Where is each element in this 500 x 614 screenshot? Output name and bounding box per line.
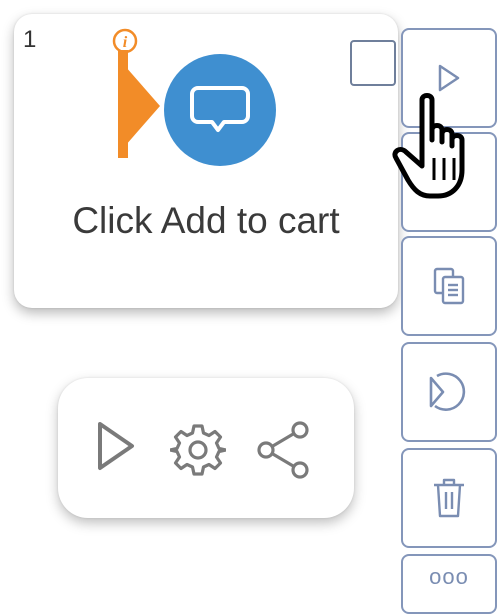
share-icon[interactable] <box>254 420 314 480</box>
speech-bubble-icon[interactable] <box>164 54 276 166</box>
more-icon: ooo <box>429 564 469 589</box>
trash-icon <box>434 478 464 518</box>
step-card[interactable]: 1 i Click Add to cart <box>14 14 398 308</box>
hand-cursor-icon <box>392 93 465 199</box>
step-label: Click Add to cart <box>72 200 340 241</box>
gear-icon[interactable] <box>170 422 226 478</box>
copy-icon <box>433 267 465 305</box>
copy-step-button[interactable] <box>401 236 497 336</box>
step-action-bar <box>58 378 354 518</box>
play-icon <box>438 64 460 92</box>
svg-text:i: i <box>123 34 128 51</box>
delete-step-button[interactable] <box>401 448 497 548</box>
flag-marker-icon <box>118 58 160 154</box>
loop-icon <box>429 372 466 411</box>
select-checkbox[interactable] <box>350 40 396 86</box>
play-icon[interactable] <box>94 418 138 474</box>
more-options-button[interactable]: ooo <box>401 554 497 614</box>
loop-step-button[interactable] <box>401 342 497 442</box>
step-number: 1 <box>23 26 37 53</box>
